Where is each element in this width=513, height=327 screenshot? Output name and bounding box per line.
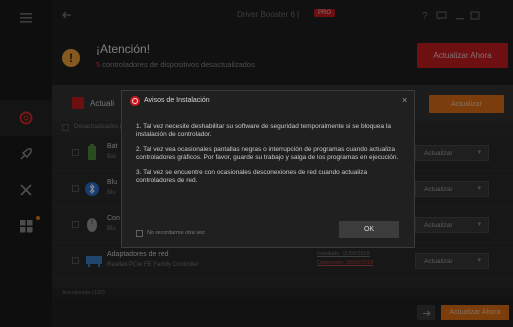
dialog-header: Avisos de Instalación × bbox=[122, 91, 414, 111]
close-icon[interactable]: × bbox=[402, 95, 407, 105]
ok-button[interactable]: OK bbox=[339, 221, 399, 238]
dialog-title: Avisos de Instalación bbox=[144, 97, 210, 104]
notice-item: 1. Tal vez necesite deshabilitar su soft… bbox=[136, 123, 391, 138]
dialog-body: 1. Tal vez necesite deshabilitar su soft… bbox=[136, 123, 401, 192]
dont-remind-label[interactable]: No recordarme otra vez bbox=[147, 230, 205, 236]
install-notices-dialog: Avisos de Instalación × 1. Tal vez neces… bbox=[121, 90, 415, 248]
notice-item: 2. Tal vez vea ocasionales pantallas neg… bbox=[136, 146, 399, 161]
notice-item: 3. Tal vez se encuentre con ocasionales … bbox=[136, 169, 368, 184]
app-logo-icon bbox=[130, 96, 140, 106]
dont-remind-checkbox[interactable] bbox=[136, 230, 143, 237]
